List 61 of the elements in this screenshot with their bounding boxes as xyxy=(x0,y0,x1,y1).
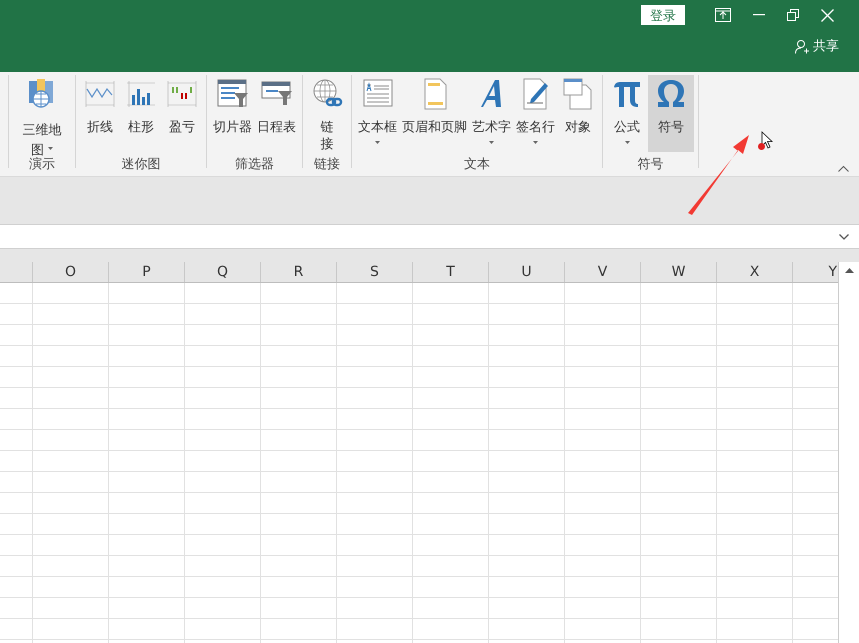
ribbon-button[interactable]: 公式 xyxy=(607,75,647,144)
caret-icon xyxy=(624,141,630,144)
timeline-icon xyxy=(261,82,292,105)
line-chart-icon xyxy=(86,80,114,108)
caret-icon xyxy=(489,141,494,144)
click-dot-icon xyxy=(758,143,765,150)
group-label: 迷你图 xyxy=(122,157,160,173)
ribbon-button[interactable]: 符号 xyxy=(648,75,694,152)
column-header[interactable]: R xyxy=(261,262,337,282)
ribbon-button[interactable]: 切片器 xyxy=(211,75,254,136)
column-header[interactable]: S xyxy=(337,262,413,282)
ribbon-button[interactable]: 盈亏 xyxy=(162,75,202,136)
column-header[interactable]: T xyxy=(413,262,489,282)
login-button[interactable]: 登录 xyxy=(641,5,685,25)
column-header[interactable]: U xyxy=(489,262,565,282)
column-header[interactable]: W xyxy=(641,262,717,282)
win-loss-chart-icon xyxy=(168,80,196,108)
column-header[interactable]: O xyxy=(33,262,109,282)
chevron-down-icon[interactable] xyxy=(839,234,849,240)
text-box-icon xyxy=(363,80,392,106)
person-icon xyxy=(795,38,809,54)
restore-icon[interactable] xyxy=(787,9,799,21)
omega-icon xyxy=(658,80,684,107)
minimize-icon[interactable] xyxy=(753,14,765,16)
group-label: 链接 xyxy=(314,157,340,173)
ribbon-button[interactable]: 文本框 xyxy=(356,75,399,144)
scroll-up-icon[interactable] xyxy=(844,268,854,273)
column-header[interactable]: V xyxy=(565,262,641,282)
ribbon-display-icon[interactable] xyxy=(715,8,731,22)
italic-a-icon xyxy=(480,80,500,107)
collapse-ribbon-icon[interactable] xyxy=(838,165,849,172)
ribbon-button[interactable]: 柱形 xyxy=(121,75,161,136)
object-icon xyxy=(564,78,592,110)
ribbon-button[interactable]: 艺术字 xyxy=(470,75,513,144)
ribbon-button[interactable]: 链接 xyxy=(307,75,347,153)
group-label: 演示 xyxy=(29,157,55,173)
globe-link-icon xyxy=(314,80,342,106)
close-icon[interactable] xyxy=(821,8,834,22)
signature-pen-icon xyxy=(523,78,548,110)
globe-map-icon xyxy=(29,79,53,108)
group-label: 符号 xyxy=(638,157,664,173)
share-button[interactable]: 共享 xyxy=(795,37,839,55)
caret-icon xyxy=(375,141,380,144)
column-header[interactable]: X xyxy=(717,262,793,282)
group-label: 文本 xyxy=(464,157,490,173)
caret-icon xyxy=(533,141,538,144)
ribbon-button[interactable]: 折线 xyxy=(80,75,120,136)
column-header[interactable]: P xyxy=(109,262,185,282)
slicer-icon xyxy=(217,80,248,107)
ribbon-button[interactable]: 签名行 xyxy=(514,75,557,144)
ribbon-button[interactable]: 日程表 xyxy=(255,75,298,136)
group-label: 筛选器 xyxy=(235,157,274,173)
column-header[interactable]: Y xyxy=(793,262,837,282)
caret-icon xyxy=(48,146,53,150)
page-header-icon xyxy=(424,78,446,110)
column-header[interactable]: Q xyxy=(185,262,261,282)
column-chart-icon xyxy=(126,80,156,108)
mouse-pointer-icon xyxy=(761,131,773,149)
ribbon-button[interactable]: 页眉和页脚 xyxy=(400,75,469,136)
ribbon-button[interactable]: 对象 xyxy=(558,75,598,136)
pi-icon xyxy=(614,82,640,107)
